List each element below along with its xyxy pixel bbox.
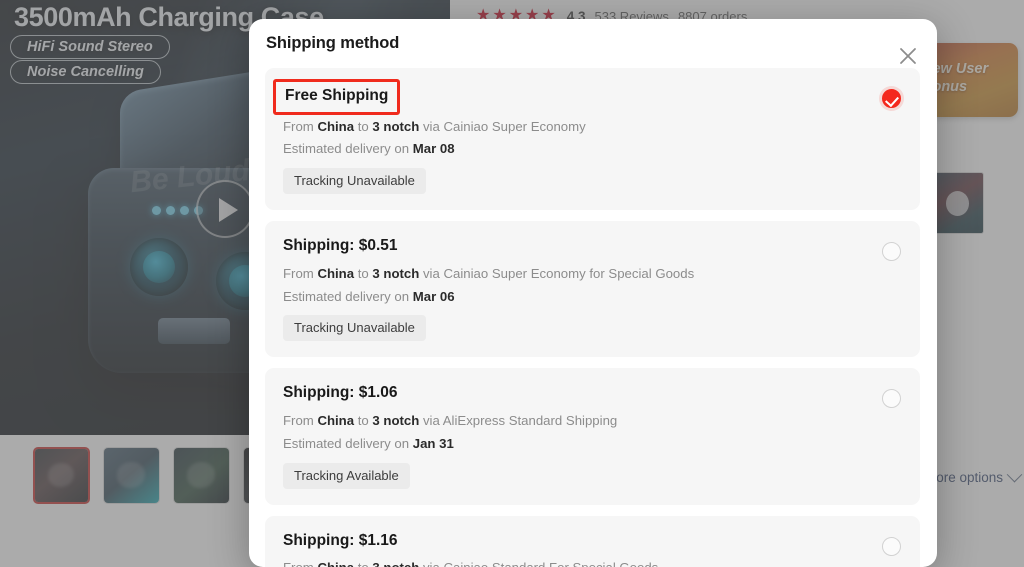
route-via: via (419, 560, 443, 567)
shipping-route: From China to 3 notch via AliExpress Sta… (283, 412, 902, 430)
carrier-name: AliExpress Standard Shipping (442, 413, 618, 429)
route-destination: 3 notch (372, 118, 420, 134)
route-prefix: From (283, 560, 317, 567)
shipping-eta: Estimated delivery on Mar 08 (283, 140, 902, 158)
carrier-name: Cainiao Super Economy for Special Goods (443, 265, 695, 281)
eta-date: Mar 06 (412, 288, 455, 304)
shipping-option-radio[interactable] (882, 389, 901, 409)
route-prefix: From (283, 413, 318, 429)
shipping-route: From China to 3 notch via Cainiao Super … (283, 265, 902, 283)
dialog-header: Shipping method (249, 19, 937, 68)
shipping-method-dialog: Shipping method Free Shipping From China… (249, 19, 937, 567)
shipping-option-row[interactable]: Shipping: $0.51 From China to 3 notch vi… (265, 221, 920, 358)
shipping-route: From China to 3 notch via Cainiao Standa… (283, 559, 902, 567)
shipping-option-row[interactable]: Shipping: $1.06 From China to 3 notch vi… (265, 368, 920, 505)
shipping-options-list[interactable]: Free Shipping From China to 3 notch via … (249, 68, 937, 567)
shipping-option-radio[interactable] (882, 89, 901, 108)
shipping-eta: Estimated delivery on Mar 06 (283, 288, 902, 306)
route-via: via (419, 413, 443, 429)
shipping-option-title: Shipping: $0.51 (283, 237, 398, 255)
eta-prefix: Estimated delivery on (283, 288, 413, 304)
route-prefix: From (283, 118, 318, 134)
route-mid: to (354, 118, 373, 134)
shipping-option-title: Free Shipping (273, 79, 401, 115)
route-via: via (419, 118, 444, 134)
dialog-title: Shipping method (266, 34, 400, 52)
shipping-option-title: Shipping: $1.06 (283, 384, 398, 402)
route-mid: to (354, 560, 372, 567)
shipping-option-row[interactable]: Free Shipping From China to 3 notch via … (265, 68, 920, 211)
route-origin: China (317, 265, 355, 281)
route-origin: China (317, 560, 354, 567)
route-origin: China (317, 413, 355, 429)
tracking-badge: Tracking Available (283, 462, 410, 489)
tracking-badge: Tracking Unavailable (283, 315, 426, 342)
route-destination: 3 notch (372, 265, 420, 281)
shipping-route: From China to 3 notch via Cainiao Super … (283, 118, 902, 136)
eta-date: Jan 31 (412, 435, 454, 451)
eta-prefix: Estimated delivery on (283, 435, 413, 451)
eta-prefix: Estimated delivery on (283, 141, 413, 157)
close-icon[interactable] (893, 41, 923, 71)
carrier-name: Cainiao Super Economy (443, 118, 586, 134)
route-origin: China (317, 118, 355, 134)
route-mid: to (354, 265, 373, 281)
route-destination: 3 notch (372, 560, 419, 567)
page-root: Be Loud 3500mAh Charging Case HiFi Sound… (0, 0, 1024, 567)
route-via: via (419, 265, 444, 281)
carrier-name: Cainiao Standard For Special Goods (443, 560, 658, 567)
shipping-option-row[interactable]: Shipping: $1.16 From China to 3 notch vi… (265, 515, 920, 567)
shipping-option-radio[interactable] (882, 536, 901, 556)
eta-date: Mar 08 (412, 141, 455, 157)
route-destination: 3 notch (372, 413, 420, 429)
route-mid: to (354, 413, 373, 429)
shipping-option-title: Shipping: $1.16 (283, 531, 398, 549)
route-prefix: From (283, 265, 318, 281)
shipping-option-radio[interactable] (882, 242, 901, 262)
shipping-eta: Estimated delivery on Jan 31 (283, 435, 902, 453)
tracking-badge: Tracking Unavailable (283, 168, 426, 195)
